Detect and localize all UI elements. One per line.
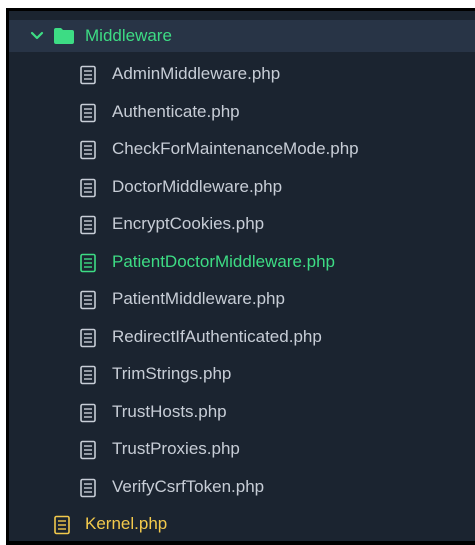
file-row[interactable]: DoctorMiddleware.php — [9, 171, 475, 205]
file-label: Authenticate.php — [112, 102, 240, 121]
file-row[interactable]: PatientMiddleware.php — [9, 283, 475, 317]
file-icon — [80, 140, 96, 160]
file-icon — [80, 103, 96, 123]
folder-label: Middleware — [85, 26, 172, 45]
file-label: TrustHosts.php — [112, 402, 227, 421]
file-label: DoctorMiddleware.php — [112, 177, 283, 196]
folder-icon — [54, 28, 74, 44]
file-label: RedirectIfAuthenticated.php — [112, 327, 322, 346]
file-label: PatientMiddleware.php — [112, 289, 285, 308]
file-icon — [54, 515, 70, 535]
file-row[interactable]: RedirectIfAuthenticated.php — [9, 321, 475, 355]
file-icon — [80, 65, 96, 85]
file-label: VerifyCsrfToken.php — [112, 477, 265, 496]
file-row[interactable]: TrustProxies.php — [9, 433, 475, 467]
file-label: AdminMiddleware.php — [112, 64, 281, 83]
file-row[interactable]: Authenticate.php — [9, 96, 475, 130]
file-icon — [80, 403, 96, 423]
file-icon — [80, 178, 96, 198]
file-icon — [80, 328, 96, 348]
file-icon — [80, 215, 96, 235]
file-icon — [80, 478, 96, 498]
file-icon — [80, 253, 96, 273]
file-row[interactable]: CheckForMaintenanceMode.php — [9, 133, 475, 167]
file-row-kernel[interactable]: Kernel.php — [9, 508, 475, 542]
file-icon — [80, 440, 96, 460]
file-icon — [80, 365, 96, 385]
file-row[interactable]: AdminMiddleware.php — [9, 58, 475, 92]
file-row-modified[interactable]: PatientDoctorMiddleware.php — [9, 246, 475, 280]
file-row[interactable]: TrustHosts.php — [9, 396, 475, 430]
file-label: TrimStrings.php — [112, 364, 232, 383]
file-label: CheckForMaintenanceMode.php — [112, 139, 359, 158]
file-label: EncryptCookies.php — [112, 214, 265, 233]
file-icon — [80, 290, 96, 310]
file-label: PatientDoctorMiddleware.php — [112, 252, 336, 271]
file-label: TrustProxies.php — [112, 439, 240, 458]
folder-row-middleware[interactable]: Middleware — [9, 20, 475, 52]
file-row[interactable]: TrimStrings.php — [9, 358, 475, 392]
file-row[interactable]: EncryptCookies.php — [9, 208, 475, 242]
chevron-down-icon[interactable] — [29, 28, 45, 44]
file-label: Kernel.php — [85, 514, 168, 533]
file-explorer-panel: Middleware AdminMiddleware.php Authentic… — [6, 8, 475, 545]
file-row[interactable]: VerifyCsrfToken.php — [9, 471, 475, 505]
